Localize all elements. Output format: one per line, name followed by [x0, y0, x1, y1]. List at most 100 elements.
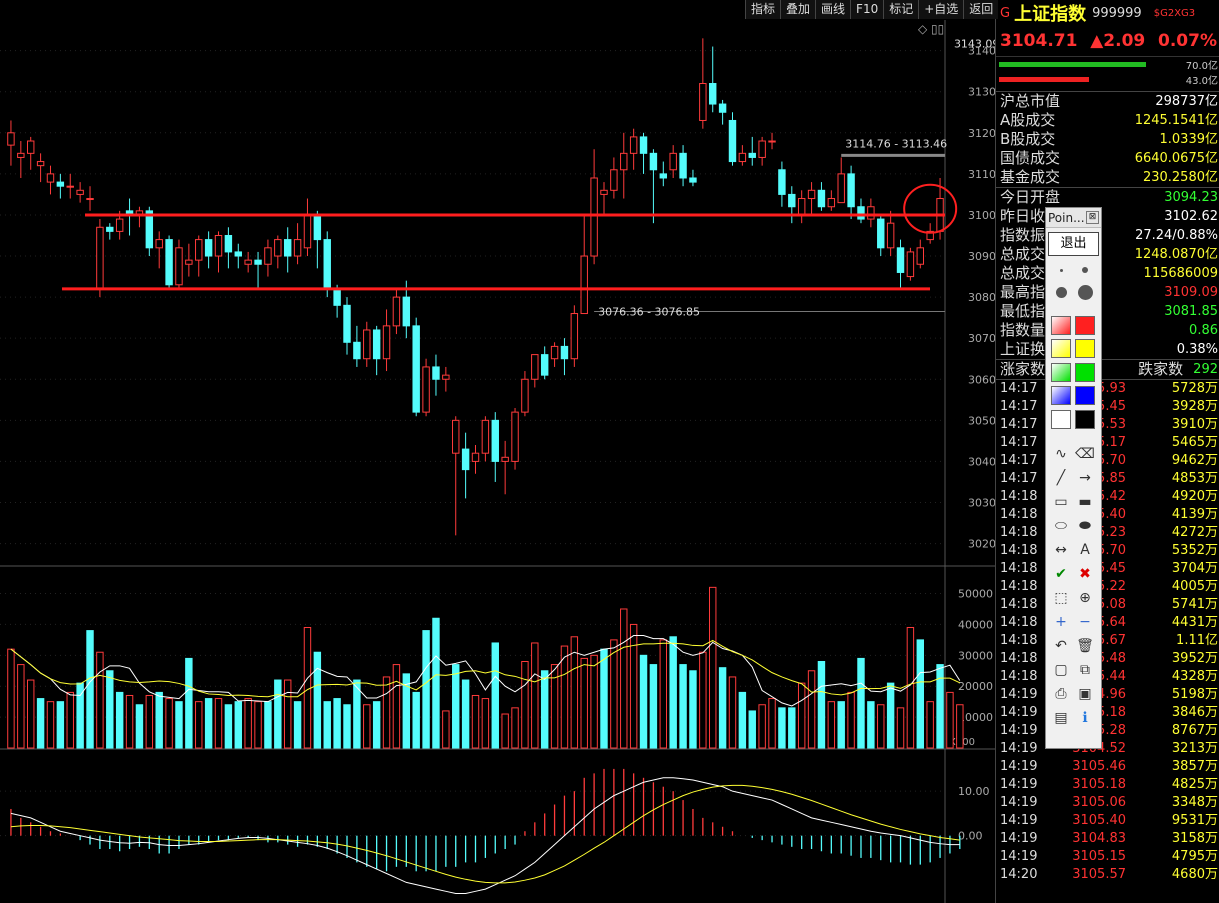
palette-titlebar[interactable]: Poin... ⊠	[1046, 208, 1101, 228]
toolbar-btn-1[interactable]: 叠加	[780, 0, 816, 19]
candle-body	[106, 226, 114, 232]
color-swatch-1[interactable]	[1074, 339, 1096, 359]
exit-button[interactable]: 退出	[1048, 232, 1099, 256]
color-swatch-white[interactable]	[1050, 409, 1072, 429]
window-mini-icons[interactable]: ◇ ▯▯	[918, 22, 944, 36]
tick-volume: 4680万	[1171, 867, 1218, 882]
check-icon[interactable]: ✔	[1050, 564, 1072, 584]
toolbar-btn-4[interactable]: 标记	[883, 0, 919, 19]
small-dot-icon[interactable]	[1050, 260, 1072, 280]
candle-body	[550, 345, 559, 360]
candle-body	[807, 189, 816, 200]
volume-bar	[649, 664, 658, 749]
tick-time: 14:19	[1000, 813, 1038, 828]
volume-bar	[906, 627, 915, 749]
candle-body	[7, 132, 15, 146]
tick-volume: 3213万	[1171, 741, 1218, 756]
color-swatch-0[interactable]	[1074, 315, 1096, 335]
stat-value: 3081.85	[1164, 304, 1218, 319]
volume-bar	[392, 664, 401, 749]
color-swatch-3[interactable]	[1074, 386, 1096, 406]
xlarge-dot-icon[interactable]	[1074, 282, 1096, 302]
double-arrow-icon[interactable]: ↔	[1050, 540, 1072, 560]
tick-row: 14:173105.175465万	[996, 434, 1219, 452]
undo-icon[interactable]: ↶	[1050, 636, 1072, 656]
trash-icon[interactable]: 🗑	[1074, 636, 1096, 656]
volume-bar	[778, 707, 786, 749]
candle-body	[797, 198, 806, 216]
color-swatch-2[interactable]	[1074, 362, 1096, 382]
volume-bar	[896, 707, 905, 749]
tick-list[interactable]: 14:173105.935728万14:173105.453928万14:173…	[996, 379, 1219, 884]
candle-body	[432, 366, 440, 380]
close-icon[interactable]: ⊠	[1086, 211, 1099, 224]
tick-volume: 4920万	[1171, 489, 1218, 504]
gradient-swatch-0[interactable]	[1050, 315, 1072, 335]
medium-dot-icon[interactable]	[1074, 260, 1096, 280]
stat-value: 3102.62	[1164, 209, 1218, 224]
tick-row: 14:183105.404139万	[996, 506, 1219, 524]
volume-bar	[867, 701, 875, 749]
volume-bar	[629, 623, 638, 749]
line-icon[interactable]: ╱	[1050, 468, 1072, 488]
stat-value: 3094.23	[1164, 190, 1218, 205]
print-icon[interactable]: ⎙	[1050, 684, 1072, 704]
candle-body	[402, 296, 411, 327]
select-icon[interactable]: ⬚	[1050, 588, 1072, 608]
large-dot-icon[interactable]	[1050, 282, 1072, 302]
save-icon[interactable]: ▣	[1074, 684, 1096, 704]
text-icon[interactable]: A	[1074, 540, 1096, 560]
toolbar-btn-3[interactable]: F10	[850, 0, 884, 19]
filled-rect-icon[interactable]: ▬	[1074, 492, 1096, 512]
minus-icon[interactable]: −	[1074, 612, 1096, 632]
tick-volume: 9462万	[1171, 453, 1218, 468]
candle-body	[649, 152, 658, 171]
filled-ellipse-icon[interactable]: ⬬	[1074, 516, 1096, 536]
props-icon[interactable]: ▤	[1050, 708, 1072, 728]
tick-row: 14:19 3105.18 4825万	[996, 776, 1219, 794]
candle-body	[382, 325, 391, 360]
zoom-icon[interactable]: ⊕	[1074, 588, 1096, 608]
toolbar-btn-6[interactable]: 返回	[963, 0, 999, 19]
eraser-icon[interactable]: ⌫	[1074, 444, 1096, 464]
candle-body	[728, 119, 737, 163]
candle-body	[165, 239, 173, 286]
tick-volume: 5728万	[1171, 381, 1218, 396]
price-tick-label: 3130	[968, 86, 995, 99]
tick-row: 14:193105.183846万	[996, 704, 1219, 722]
plus-icon[interactable]: +	[1050, 612, 1072, 632]
volume-bar	[343, 704, 351, 749]
ellipse-icon[interactable]: ⬭	[1050, 516, 1072, 536]
toolbar-btn-2[interactable]: 画线	[815, 0, 851, 19]
tick-row: 14:183105.483952万	[996, 650, 1219, 668]
gradient-swatch-1[interactable]	[1050, 339, 1072, 359]
curve-icon[interactable]: ∿	[1050, 444, 1072, 464]
sg-tag: $G2XG3	[1153, 7, 1196, 19]
color-swatch-black[interactable]	[1074, 409, 1096, 429]
gradient-swatch-2[interactable]	[1050, 362, 1072, 382]
drawing-tool-palette[interactable]: Poin... ⊠ 退出 ∿ ⌫ ╱ → ▭ ▬ ⬭ ⬬ ↔ A ✔ ✖ ⬚ ⊕ + − ↶ 🗑 ▢ ⧉ ⎙ ▣ ▤ ℹ	[1045, 207, 1102, 749]
candle-body	[214, 234, 223, 257]
stat-row: 指数量比 0.86	[996, 321, 1219, 340]
volume-bar	[491, 642, 499, 749]
info-icon[interactable]: ℹ	[1074, 708, 1096, 728]
rect-icon[interactable]: ▭	[1050, 492, 1072, 512]
stat-label: 沪总市值	[1000, 92, 1061, 110]
copy-icon[interactable]: ⧉	[1074, 660, 1096, 680]
candle-body	[659, 173, 668, 179]
candle-body	[185, 259, 193, 265]
volume-tick-label: 50000	[958, 588, 993, 601]
delete-icon[interactable]: ✖	[1074, 564, 1096, 584]
market-stats: 沪总市值 298737亿 A股成交 1245.1541亿 B股成交 1.0339亿 国债成交…	[996, 92, 1219, 187]
volume-bar	[432, 617, 440, 749]
up-count-label: 涨家数	[1000, 360, 1046, 378]
stat-value: 298737亿	[1155, 94, 1218, 109]
toolbar-btn-0[interactable]: 指标	[745, 0, 781, 19]
toolbar-btn-5[interactable]: +自选	[918, 0, 964, 19]
stock-chart[interactable]: 3020 3030 3040 3050 3060 3070 3080 3090 3100 3110…	[0, 0, 995, 903]
candle-body	[738, 152, 747, 163]
new-file-icon[interactable]: ▢	[1050, 660, 1072, 680]
gradient-swatch-3[interactable]	[1050, 386, 1072, 406]
arrow-icon[interactable]: →	[1074, 468, 1096, 488]
volume-bar	[96, 651, 104, 749]
